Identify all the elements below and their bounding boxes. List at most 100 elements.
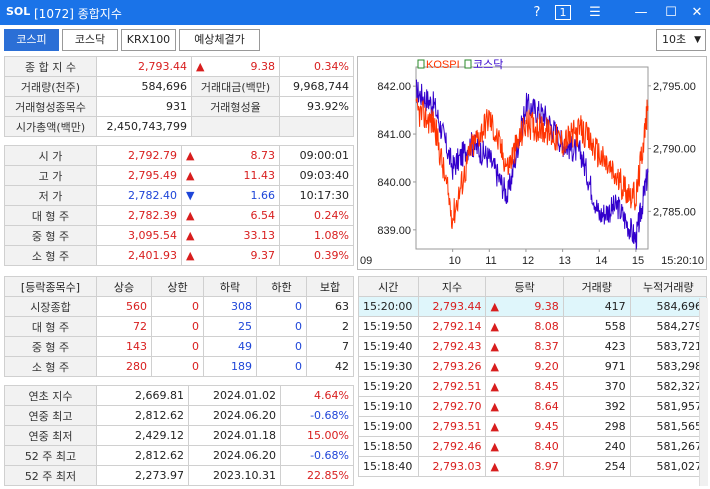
yearly-value: 2,669.81 xyxy=(96,385,189,406)
app-logo: SOL xyxy=(6,5,31,18)
breadth-up: 143 xyxy=(96,336,152,357)
tab-kosdaq[interactable]: 코스닥 xyxy=(62,29,118,51)
price-value: 3,095.54 xyxy=(96,225,182,246)
tick-change: ▲ 9.45 xyxy=(485,416,564,437)
title-bar: SOL [1072] 종합지수 ? 1 ☰ — ☐ ✕ xyxy=(0,0,710,25)
minimize-icon[interactable]: — xyxy=(630,3,652,22)
price-value: 2,795.49 xyxy=(96,165,182,186)
left-tick-label: 840.00 xyxy=(377,177,411,189)
market-cap-label: 시가총액(백만) xyxy=(4,116,97,137)
yearly-date: 2023.10.31 xyxy=(188,465,281,486)
help-icon[interactable]: ? xyxy=(526,3,548,22)
formed-rate-value: 93.92% xyxy=(279,96,354,117)
tick-change: ▲ 8.97 xyxy=(485,456,564,477)
up-arrow-icon: ▲ xyxy=(196,60,205,73)
breadth-row: 소 형 주 280 0 189 0 42 xyxy=(4,356,354,377)
yearly-rate: 22.85% xyxy=(280,465,354,486)
index-change: ▲ 9.38 xyxy=(191,56,280,77)
price-time: 09:03:40 xyxy=(279,165,354,186)
tick-time: 15:18:40 xyxy=(358,456,419,477)
breadth-header: [등락종목수] xyxy=(4,276,97,297)
tick-row[interactable]: 15:19:50 2,792.14 ▲ 8.08 558 584,279 xyxy=(358,316,708,337)
yearly-value: 2,429.12 xyxy=(96,425,189,446)
tick-header-row: 시간 지수 등락 거래량 누적거래량 xyxy=(358,276,708,297)
tick-change: ▲ 8.37 xyxy=(485,336,564,357)
price-value: 2,782.39 xyxy=(96,205,182,226)
maximize-icon[interactable]: ☐ xyxy=(660,3,682,22)
up-arrow-icon: ▲ xyxy=(186,209,195,222)
tick-scrollbar[interactable] xyxy=(699,298,708,486)
tick-header: 시간 xyxy=(358,276,419,297)
breadth-header: 보합 xyxy=(306,276,354,297)
breadth-down: 189 xyxy=(203,356,257,377)
yearly-date: 2024.01.18 xyxy=(188,425,281,446)
tick-row[interactable]: 15:18:50 2,792.46 ▲ 8.40 240 581,267 xyxy=(358,436,708,457)
index-rate: 0.34% xyxy=(279,56,354,77)
tick-volume: 254 xyxy=(562,456,631,477)
right-tick-label: 2,785.00 xyxy=(653,206,696,218)
left-tick-label: 842.00 xyxy=(377,81,411,93)
tick-table: 시간 지수 등락 거래량 누적거래량 15:20:00 2,793.44 ▲ 9.38 417 58… xyxy=(358,276,708,477)
intraday-chart[interactable]: 842.00 841.00 840.00 839.00 2,795.00 2,790.00… xyxy=(357,56,707,270)
tick-header: 누적거래량 xyxy=(629,276,708,297)
yearly-row: 연중 최고 2,812.62 2024.06.20 -0.68% xyxy=(4,405,354,426)
up-arrow-icon: ▲ xyxy=(490,340,499,353)
yearly-rate: 15.00% xyxy=(280,425,354,446)
yearly-rate: 4.64% xyxy=(280,385,354,406)
empty-cell xyxy=(279,116,354,137)
empty-cell xyxy=(191,116,280,137)
tick-cumulative: 584,696 xyxy=(629,296,708,317)
menu-icon[interactable]: ☰ xyxy=(584,3,606,22)
tick-index: 2,792.51 xyxy=(417,376,487,397)
yearly-rate: -0.68% xyxy=(280,445,354,466)
tick-time: 15:18:50 xyxy=(358,436,419,457)
price-row: 대 형 주 2,782.39 ▲ 6.54 0.24% xyxy=(4,205,354,226)
price-change: ▲ 8.73 xyxy=(181,145,280,166)
amount-label: 거래대금(백만) xyxy=(191,76,280,97)
tab-krx100[interactable]: KRX100 xyxy=(121,29,176,51)
right-tick-label: 2,790.00 xyxy=(653,144,696,156)
tick-row[interactable]: 15:19:10 2,792.70 ▲ 8.64 392 581,957 xyxy=(358,396,708,417)
tick-row[interactable]: 15:19:30 2,793.26 ▲ 9.20 971 583,298 xyxy=(358,356,708,377)
tick-row[interactable]: 15:19:20 2,792.51 ▲ 8.45 370 582,327 xyxy=(358,376,708,397)
tick-time: 15:19:10 xyxy=(358,396,419,417)
tick-volume: 558 xyxy=(562,316,631,337)
x-tick-label: 09 xyxy=(360,255,372,267)
price-time: 09:00:01 xyxy=(279,145,354,166)
yearly-row: 52 주 최고 2,812.62 2024.06.20 -0.68% xyxy=(4,445,354,466)
up-arrow-icon: ▲ xyxy=(490,360,499,373)
tick-row[interactable]: 15:19:40 2,792.43 ▲ 8.37 423 583,721 xyxy=(358,336,708,357)
page-number-icon[interactable]: 1 xyxy=(555,5,571,20)
tick-header: 등락 xyxy=(485,276,564,297)
yearly-value: 2,812.62 xyxy=(96,405,189,426)
period-select[interactable]: 10초 ▼ xyxy=(656,29,706,51)
tick-change: ▲ 8.08 xyxy=(485,316,564,337)
up-arrow-icon: ▲ xyxy=(186,249,195,262)
x-end-label: 15:20:10 xyxy=(661,255,704,267)
up-arrow-icon: ▲ xyxy=(490,420,499,433)
tick-time: 15:19:30 xyxy=(358,356,419,377)
breadth-down: 25 xyxy=(203,316,257,337)
tab-kospi[interactable]: 코스피 xyxy=(4,29,59,51)
close-icon[interactable]: ✕ xyxy=(686,3,708,22)
tick-index: 2,792.46 xyxy=(417,436,487,457)
tick-row[interactable]: 15:20:00 2,793.44 ▲ 9.38 417 584,696 xyxy=(358,296,708,317)
legend-kosdaq-marker xyxy=(464,59,472,69)
tick-row[interactable]: 15:19:00 2,793.51 ▲ 9.45 298 581,565 xyxy=(358,416,708,437)
window-title: [1072] 종합지수 xyxy=(34,7,122,21)
tick-index: 2,792.43 xyxy=(417,336,487,357)
tab-expected-price[interactable]: 예상체결가 xyxy=(179,29,260,51)
tick-cumulative: 584,279 xyxy=(629,316,708,337)
up-arrow-icon: ▲ xyxy=(490,440,499,453)
price-table: 시 가 2,792.79 ▲ 8.73 09:00:01 고 가 2,795.49 ▲ 11.4… xyxy=(4,145,354,266)
breadth-header: 상한 xyxy=(151,276,204,297)
breadth-flat: 2 xyxy=(306,316,354,337)
price-row: 중 형 주 3,095.54 ▲ 33.13 1.08% xyxy=(4,225,354,246)
breadth-label: 소 형 주 xyxy=(4,356,97,377)
price-change: ▲ 11.43 xyxy=(181,165,280,186)
breadth-flat: 42 xyxy=(306,356,354,377)
left-tick-label: 841.00 xyxy=(377,129,411,141)
tick-header: 거래량 xyxy=(562,276,631,297)
tick-row[interactable]: 15:18:40 2,793.03 ▲ 8.97 254 581,027 xyxy=(358,456,708,477)
volume-value: 584,696 xyxy=(96,76,192,97)
